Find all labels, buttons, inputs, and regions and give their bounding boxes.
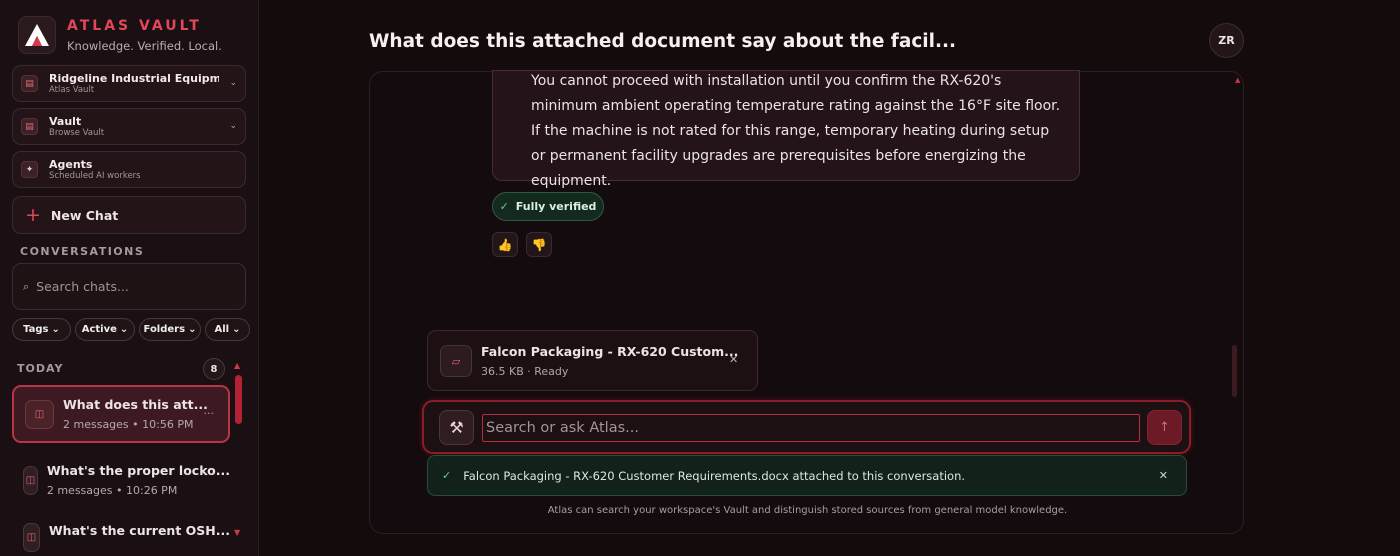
- agents-subtitle: Scheduled AI workers: [49, 170, 141, 181]
- attachment-name: Falcon Packaging - RX-620 Custom...: [481, 344, 739, 359]
- plus-icon: +: [25, 204, 41, 226]
- search-chats-field[interactable]: ⌕ Search chats...: [12, 263, 246, 310]
- check-icon: ✓: [499, 200, 509, 213]
- conversation-title: What's the current OSH...: [48, 523, 230, 538]
- scroll-down-icon[interactable]: ▼: [234, 528, 240, 537]
- composer: ⚒ ↑: [422, 400, 1191, 454]
- chat-window: ▲ You cannot proceed with installation u…: [369, 70, 1244, 534]
- brand-name: ATLAS VAULT: [67, 18, 202, 34]
- page-title: What does this attached document say abo…: [369, 31, 957, 52]
- main-panel: What does this attached document say abo…: [259, 0, 1400, 556]
- group-label: TODAY: [17, 362, 64, 375]
- footer-note: Atlas can search your workspace's Vault …: [547, 505, 1068, 516]
- more-options-icon[interactable]: ···: [204, 407, 215, 420]
- message-text: You cannot proceed with installation unt…: [531, 73, 1061, 189]
- chevron-down-icon: ⌄: [229, 121, 237, 131]
- chat-scrollbar[interactable]: [1232, 345, 1237, 397]
- conversation-item[interactable]: ◫ What's the proper locko... 2 messages …: [12, 451, 230, 509]
- chat-icon: ◫: [23, 523, 40, 552]
- thumbs-up-icon: 👍: [497, 237, 513, 252]
- assistant-message: You cannot proceed with installation unt…: [492, 70, 1080, 189]
- close-toast-icon[interactable]: ✕: [1159, 469, 1168, 482]
- remove-attachment-icon[interactable]: ✕: [729, 353, 738, 366]
- chat-icon: ◫: [25, 399, 54, 429]
- conversation-item[interactable]: ◫ What's the current OSH...: [12, 515, 230, 556]
- sidebar-scrollbar[interactable]: [235, 375, 242, 424]
- ask-atlas-input[interactable]: [482, 414, 1140, 442]
- chat-icon: ◫: [23, 465, 38, 495]
- brand: ATLAS VAULT Knowledge. Verified. Local.: [18, 16, 222, 54]
- verified-badge: ✓ Fully verified: [492, 192, 604, 221]
- workspace-subtitle: Atlas Vault: [49, 84, 95, 95]
- arrow-up-icon: ↑: [1159, 420, 1170, 435]
- vault-selector[interactable]: ▤ Vault Browse Vault ⌄: [12, 108, 246, 145]
- new-chat-button[interactable]: + New Chat: [12, 196, 246, 234]
- thumbs-down-icon: 👎: [531, 237, 547, 252]
- scroll-up-icon[interactable]: ▲: [234, 361, 240, 370]
- workspace-title: Ridgeline Industrial Equipme...: [49, 71, 219, 85]
- filter-active[interactable]: Active ⌄: [75, 318, 135, 341]
- user-avatar[interactable]: ZR: [1209, 23, 1244, 58]
- vault-title: Vault: [49, 114, 82, 128]
- search-icon: ⌕: [23, 279, 30, 293]
- brand-tagline: Knowledge. Verified. Local.: [67, 39, 222, 53]
- vault-icon: ▤: [21, 118, 38, 135]
- filter-bar: Tags ⌄ Active ⌄ Folders ⌄ All ⌄: [12, 318, 254, 341]
- new-chat-label: New Chat: [50, 207, 119, 223]
- conversation-item[interactable]: ◫ What does this att... 2 messages • 10:…: [12, 385, 230, 443]
- chevron-down-icon: ⌄: [188, 324, 197, 335]
- attachment-toast: ✓ Falcon Packaging - RX-620 Customer Req…: [427, 455, 1187, 496]
- search-chats-placeholder: Search chats...: [36, 279, 129, 294]
- scroll-up-icon[interactable]: ▲: [1235, 76, 1240, 84]
- check-icon: ✓: [442, 469, 452, 482]
- agents-title: Agents: [49, 157, 93, 171]
- group-count-badge: 8: [203, 358, 225, 380]
- agents-link[interactable]: ✦ Agents Scheduled AI workers: [12, 151, 246, 188]
- filter-all[interactable]: All ⌄: [205, 318, 250, 341]
- conversation-title: What does this att...: [63, 397, 208, 412]
- conversations-heading: CONVERSATIONS: [20, 245, 145, 258]
- vault-subtitle: Browse Vault: [49, 127, 105, 138]
- atlas-logo-icon: [18, 16, 56, 54]
- conversation-meta: 2 messages • 10:26 PM: [46, 484, 178, 497]
- agents-sparkle-icon: ✦: [21, 161, 38, 178]
- verified-label: Fully verified: [515, 200, 597, 213]
- document-icon: ▱: [440, 345, 472, 377]
- filter-tags[interactable]: Tags ⌄: [12, 318, 71, 341]
- chevron-down-icon: ⌄: [119, 324, 129, 335]
- filter-folders[interactable]: Folders ⌄: [139, 318, 201, 341]
- sidebar: ATLAS VAULT Knowledge. Verified. Local. …: [0, 0, 259, 556]
- chevron-down-icon: ⌄: [229, 78, 237, 88]
- chevron-down-icon: ⌄: [51, 324, 60, 335]
- send-button[interactable]: ↑: [1147, 410, 1182, 445]
- conversation-meta: 2 messages • 10:56 PM: [63, 418, 194, 431]
- thumbs-up-button[interactable]: 👍: [492, 232, 518, 257]
- workspace-icon: ▤: [21, 75, 38, 92]
- attachment-card: ▱ Falcon Packaging - RX-620 Custom... 36…: [427, 330, 758, 391]
- attachment-meta: 36.5 KB · Ready: [481, 365, 569, 378]
- conversation-title: What's the proper locko...: [46, 463, 230, 478]
- thumbs-down-button[interactable]: 👎: [526, 232, 552, 257]
- tools-hammer-icon[interactable]: ⚒: [439, 410, 474, 445]
- chevron-down-icon: ⌄: [232, 324, 241, 335]
- workspace-selector[interactable]: ▤ Ridgeline Industrial Equipme... Atlas …: [12, 65, 246, 102]
- toast-text: Falcon Packaging - RX-620 Customer Requi…: [463, 468, 966, 483]
